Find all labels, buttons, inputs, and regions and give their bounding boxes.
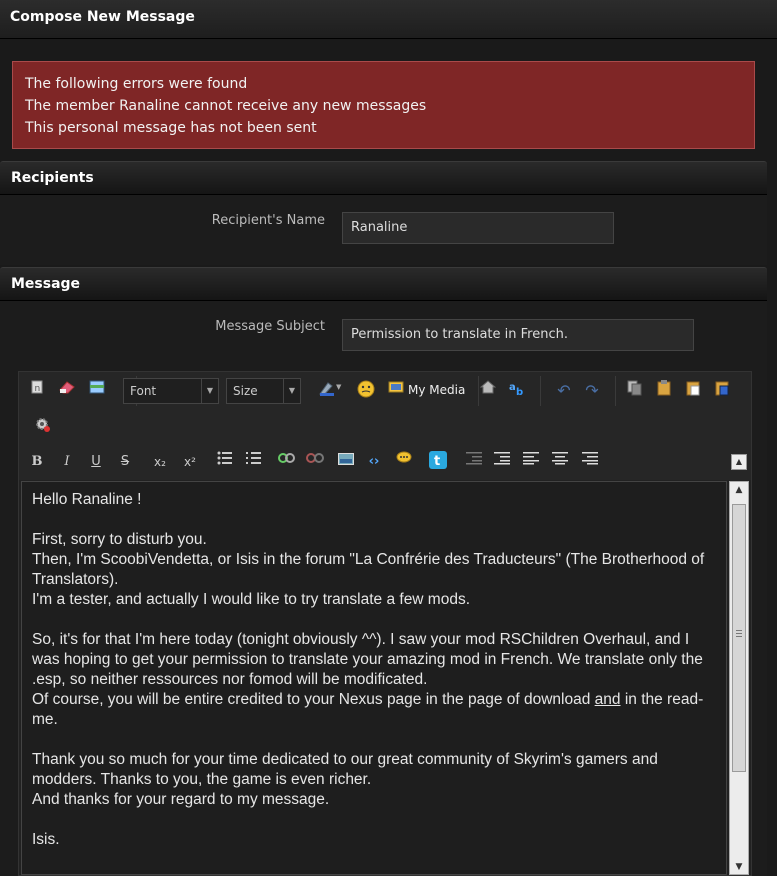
- align-left-icon[interactable]: [520, 451, 542, 473]
- indent-icon[interactable]: [491, 451, 513, 473]
- message-body-editor[interactable]: Hello Ranaline ! First, sorry to disturb…: [21, 481, 727, 875]
- chevron-down-icon: ▼: [201, 379, 218, 403]
- svg-text:t: t: [434, 454, 440, 469]
- recipients-header-label: Recipients: [11, 170, 94, 186]
- toolbar-separator: [615, 376, 616, 406]
- page-title: Compose New Message: [10, 9, 195, 25]
- align-center-icon[interactable]: [549, 451, 571, 473]
- toolbar-separator: [540, 376, 541, 406]
- message-subject-label: Message Subject: [215, 319, 325, 334]
- error-line: This personal message has not been sent: [25, 120, 317, 136]
- scroll-down-arrow-icon[interactable]: ▼: [730, 862, 748, 872]
- svg-text:a: a: [509, 382, 516, 393]
- undo-icon[interactable]: ↶: [553, 380, 575, 402]
- editor-toolbar-row-2: [19, 410, 751, 445]
- numbered-list-icon[interactable]: [243, 451, 265, 473]
- font-select[interactable]: Font ▼: [123, 378, 219, 404]
- media-icon[interactable]: [385, 380, 407, 402]
- svg-text:b: b: [516, 387, 523, 396]
- chevron-down-icon: ▼: [283, 379, 300, 403]
- body-line: Hello Ranaline !: [32, 491, 142, 508]
- twitter-icon[interactable]: t: [427, 451, 449, 473]
- body-line: So, it's for that I'm here today (tonigh…: [32, 631, 703, 688]
- body-line: Then, I'm ScoobiVendetta, or Isis in the…: [32, 551, 705, 588]
- error-box: The following errors were found The memb…: [12, 61, 755, 149]
- size-select[interactable]: Size ▼: [226, 378, 301, 404]
- error-line: The member Ranaline cannot receive any n…: [25, 98, 427, 114]
- body-line: Thank you so much for your time dedicate…: [32, 751, 658, 788]
- bullet-list-icon[interactable]: [214, 451, 236, 473]
- error-line: The following errors were found: [25, 76, 248, 92]
- paste-text-icon[interactable]: [682, 380, 704, 402]
- body-signature: Isis.: [32, 831, 60, 848]
- italic-button[interactable]: I: [56, 451, 78, 473]
- body-line: And thanks for your regard to my message…: [32, 791, 330, 808]
- recipients-section-header: Recipients: [0, 161, 767, 195]
- recipient-name-input[interactable]: Ranaline: [342, 212, 614, 244]
- subscript-button[interactable]: x₂: [149, 451, 171, 473]
- body-underlined-text: and: [594, 691, 621, 708]
- redo-icon[interactable]: ↷: [581, 380, 603, 402]
- recipient-name-label: Recipient's Name: [211, 213, 325, 228]
- eraser-icon[interactable]: [56, 380, 78, 402]
- svg-text:▼: ▼: [336, 383, 342, 391]
- message-section-header: Message: [0, 267, 767, 301]
- body-text: Of course, you will be entire credited t…: [32, 691, 595, 708]
- emoticon-icon[interactable]: [355, 380, 377, 402]
- unlink-icon[interactable]: [304, 451, 326, 473]
- align-right-icon[interactable]: [579, 451, 601, 473]
- scrollbar-thumb[interactable]: [732, 504, 746, 772]
- bold-button[interactable]: B: [26, 451, 48, 473]
- my-media-button[interactable]: My Media: [408, 383, 465, 397]
- scroll-up-arrow-icon[interactable]: ▲: [730, 485, 748, 495]
- body-line: I'm a tester, and actually I would like …: [32, 591, 471, 608]
- forum-icon[interactable]: [477, 380, 499, 402]
- image-icon[interactable]: [335, 451, 357, 473]
- text-color-icon[interactable]: ▼: [316, 380, 346, 402]
- paste-icon[interactable]: [653, 380, 675, 402]
- toggle-editor-icon[interactable]: [86, 380, 108, 402]
- paste-word-icon[interactable]: [711, 380, 733, 402]
- superscript-button[interactable]: x²: [179, 451, 201, 473]
- body-line: Of course, you will be entire credited t…: [32, 690, 716, 730]
- recipients-panel: Recipient's Name Ranaline: [0, 195, 767, 265]
- size-select-label: Size: [233, 384, 258, 398]
- strikethrough-button[interactable]: S: [114, 451, 136, 473]
- quote-icon[interactable]: [393, 451, 415, 473]
- editor-toolbar-row-3: B I U S x₂ x² ‹› t ▲: [19, 444, 751, 480]
- font-select-label: Font: [130, 384, 157, 398]
- underline-button[interactable]: U: [85, 451, 107, 473]
- collapse-toolbar-button[interactable]: ▲: [731, 454, 747, 470]
- body-line: First, sorry to disturb you.: [32, 531, 207, 548]
- page-header: Compose New Message: [0, 0, 777, 39]
- code-icon[interactable]: ‹›: [363, 451, 385, 473]
- editor-scrollbar[interactable]: ▲ ▼: [729, 481, 749, 875]
- source-icon[interactable]: n: [26, 380, 48, 402]
- link-icon[interactable]: [276, 451, 298, 473]
- spellcheck-icon[interactable]: ab: [506, 380, 528, 402]
- settings-gear-icon[interactable]: [32, 416, 54, 438]
- outdent-icon[interactable]: [463, 451, 485, 473]
- copy-icon[interactable]: [624, 380, 646, 402]
- message-header-label: Message: [11, 276, 81, 292]
- svg-text:n: n: [35, 384, 41, 394]
- editor-toolbar-row-1: n Font ▼ Size ▼ ▼ My Media a b ↶ ↷: [19, 372, 751, 411]
- rich-text-editor: n Font ▼ Size ▼ ▼ My Media a b ↶ ↷ B I U…: [18, 371, 752, 876]
- message-subject-input[interactable]: Permission to translate in French.: [342, 319, 694, 351]
